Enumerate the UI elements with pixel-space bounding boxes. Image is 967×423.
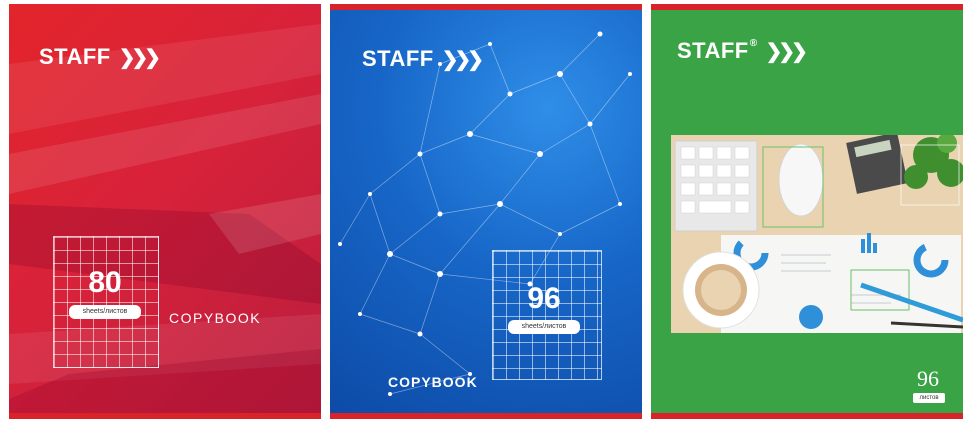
grid-box: [53, 236, 159, 368]
sheets-label: sheets/листов: [508, 320, 580, 334]
product-label: COPYBOOK: [388, 374, 478, 390]
bottom-band: [9, 413, 321, 419]
copybook-cover-blue: STAFF ❯❯❯ 96 sheets/листов COPYBOOK: [330, 4, 642, 419]
desk-photo: [671, 135, 963, 333]
sheets-number: 80: [88, 266, 122, 299]
sheets-number: 96: [527, 282, 561, 315]
registered-mark: ®: [749, 38, 758, 49]
brand-chevrons-icon: ❯❯❯: [765, 41, 808, 63]
top-band: [651, 4, 963, 10]
brand-logo: STAFF® ❯❯❯: [677, 38, 808, 64]
brand-logo: STAFF ❯❯❯: [39, 44, 161, 70]
brand-name: STAFF: [677, 38, 749, 63]
bottom-band: [330, 413, 642, 419]
brand-name: STAFF: [39, 44, 111, 69]
product-label: COPYBOOK: [169, 310, 262, 326]
copybook-cover-red: STAFF ❯❯❯ 80 sheets/листов COPYBOOK: [9, 4, 321, 419]
brand-chevrons-icon: ❯❯❯: [118, 47, 161, 69]
brand-logo: STAFF ❯❯❯: [362, 46, 484, 72]
coffee-cup-icon: [682, 251, 760, 329]
top-band: [330, 4, 642, 10]
copybook-cover-green: STAFF® ❯❯❯ 96 листов: [651, 4, 963, 419]
brand-chevrons-icon: ❯❯❯: [441, 49, 484, 71]
sheets-number: 96: [917, 366, 939, 391]
bottom-band: [651, 413, 963, 419]
mouse-icon: [778, 143, 824, 217]
keyboard-icon: [674, 140, 758, 232]
sheets-label: листов: [913, 393, 945, 403]
brand-name: STAFF: [362, 46, 434, 71]
sheets-label: sheets/листов: [69, 305, 141, 319]
